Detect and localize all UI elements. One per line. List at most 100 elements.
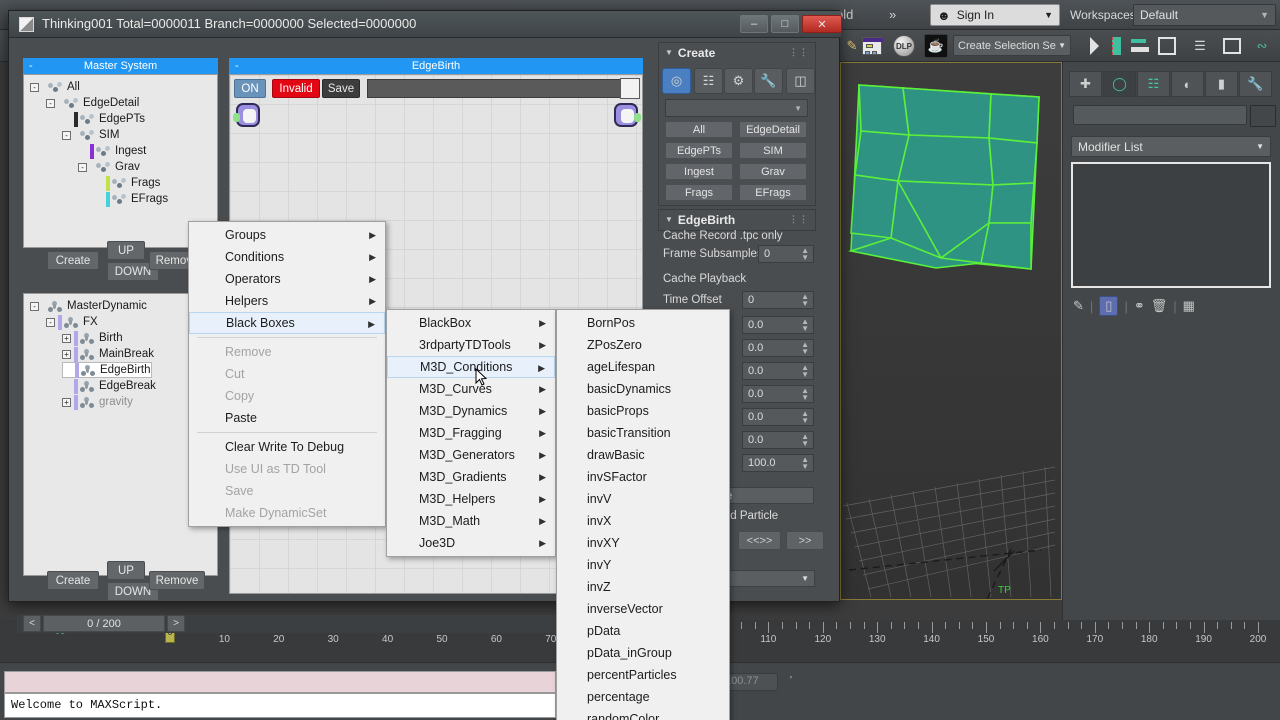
group-button-edgedetail[interactable]: EdgeDetail <box>739 121 807 138</box>
menu-item-invx[interactable]: invX <box>557 510 729 532</box>
menu-item-drawbasic[interactable]: drawBasic <box>557 444 729 466</box>
float-spinner[interactable]: 0.0 ▲ ▼ <box>742 362 814 380</box>
menu-item-bornpos[interactable]: BornPos <box>557 312 729 334</box>
frame-subsamples-spinner[interactable]: 0 ▲ ▼ <box>758 245 814 263</box>
menu-item-m3d-generators[interactable]: M3D_Generators ▶ <box>387 444 555 466</box>
node-port-icon[interactable] <box>233 113 240 122</box>
float-spinner[interactable]: 0.0 ▲ ▼ <box>742 316 814 334</box>
menu-item-pdata-ingroup[interactable]: pData_inGroup <box>557 642 729 664</box>
master-tree-node[interactable]: Frags <box>30 175 217 191</box>
node-save-button[interactable]: Save <box>322 79 360 98</box>
utilities-tab[interactable]: 🔧 <box>1239 71 1272 97</box>
expander-icon[interactable]: - <box>46 317 55 327</box>
maxscript-listener-output[interactable]: Welcome to MAXScript. <box>4 693 556 718</box>
modifier-list-dropdown[interactable]: Modifier List ▼ <box>1071 136 1271 157</box>
menu-item-paste[interactable]: Paste <box>189 407 385 429</box>
expander-icon[interactable]: - <box>46 98 55 108</box>
menu-item-helpers[interactable]: Helpers ▶ <box>189 290 385 312</box>
sign-in-button[interactable]: ☻ Sign In ▼ <box>930 4 1060 26</box>
curve-editor-icon[interactable] <box>1220 34 1244 58</box>
coffee-icon[interactable]: ☕ <box>924 34 948 58</box>
dynamic-tree-node[interactable]: EdgeBirth <box>62 362 152 378</box>
close-button[interactable]: ✕ <box>802 15 842 33</box>
toolbar-overflow-icon[interactable]: » <box>889 7 896 22</box>
menu-item-m3d-dynamics[interactable]: M3D_Dynamics ▶ <box>387 400 555 422</box>
display-tab[interactable]: ▮ <box>1205 71 1238 97</box>
spinner-arrows-icon[interactable]: ▲ ▼ <box>801 318 809 333</box>
nav-back-button[interactable]: <<>> <box>738 531 781 550</box>
nav-forward-button[interactable]: >> <box>786 531 824 550</box>
restore-button[interactable]: □ <box>771 15 799 33</box>
float-spinner[interactable]: 0.0 ▲ ▼ <box>742 385 814 403</box>
m3d-conditions-submenu[interactable]: BornPos ZPosZero ageLifespan basicDynamics b… <box>556 309 730 720</box>
menu-item-invz[interactable]: invZ <box>557 576 729 598</box>
expander-icon[interactable]: - <box>62 130 71 140</box>
dynamic-create-button[interactable]: Create <box>47 571 99 590</box>
collapse-icon[interactable]: - <box>235 58 239 74</box>
group-button-grav[interactable]: Grav <box>739 163 807 180</box>
menu-item-pdata[interactable]: pData <box>557 620 729 642</box>
group-button-sim[interactable]: SIM <box>739 142 807 159</box>
menu-item-inversevector[interactable]: inverseVector <box>557 598 729 620</box>
menu-item-randomcolor[interactable]: randomColor <box>557 708 729 720</box>
wrench-icon[interactable]: 🔧 <box>754 68 783 94</box>
master-tree-node[interactable]: - EdgeDetail <box>30 95 217 111</box>
master-system-header[interactable]: - Master System <box>23 58 218 74</box>
node-editor-header[interactable]: - EdgeBirth <box>229 58 643 74</box>
schematic-icon[interactable]: ∾ <box>1250 34 1274 58</box>
delete-modifier-icon[interactable]: 🗑 <box>1151 298 1168 314</box>
spinner-arrows-icon[interactable]: ▲ ▼ <box>801 341 809 356</box>
float-spinner[interactable]: 100.0 ▲ ▼ <box>742 454 814 472</box>
viewport-perspective[interactable]: TP <box>840 62 1062 600</box>
group-button-all[interactable]: All <box>665 121 733 138</box>
expander-icon[interactable]: - <box>30 301 39 311</box>
spinner-arrows-icon[interactable]: ▲ ▼ <box>801 387 809 402</box>
expander-icon[interactable]: - <box>78 162 87 172</box>
modifier-stack[interactable] <box>1071 162 1271 288</box>
context-menu[interactable]: Groups ▶ Conditions ▶ Operators ▶ Helpers ▶ Blac… <box>188 221 386 527</box>
layer-explorer-icon[interactable]: ☰ <box>1188 34 1212 58</box>
minimize-button[interactable]: – <box>740 15 768 33</box>
menu-item-invxy[interactable]: invXY <box>557 532 729 554</box>
hierarchy-tab[interactable]: ☷ <box>1137 71 1170 97</box>
float-spinner[interactable]: 0.0 ▲ ▼ <box>742 408 814 426</box>
node-toggle-swatch[interactable] <box>620 78 640 99</box>
particle-node-right[interactable] <box>614 103 641 127</box>
menu-item-basicdynamics[interactable]: basicDynamics <box>557 378 729 400</box>
align-icon[interactable] <box>1128 34 1152 58</box>
node-port-icon[interactable] <box>634 113 641 122</box>
menu-item-conditions[interactable]: Conditions ▶ <box>189 246 385 268</box>
dynamic-remove-button[interactable]: Remove <box>149 571 205 590</box>
timebar-next-button[interactable]: > <box>167 615 185 632</box>
menu-item-m3d-math[interactable]: M3D_Math ▶ <box>387 510 555 532</box>
menu-item-m3d-gradients[interactable]: M3D_Gradients ▶ <box>387 466 555 488</box>
menu-item-joe3d[interactable]: Joe3D ▶ <box>387 532 555 554</box>
menu-item-m3d-helpers[interactable]: M3D_Helpers ▶ <box>387 488 555 510</box>
node-invalid-button[interactable]: Invalid <box>272 79 320 98</box>
menu-item-operators[interactable]: Operators ▶ <box>189 268 385 290</box>
master-tree-node[interactable]: - SIM <box>30 127 217 143</box>
expander-icon[interactable]: - <box>30 82 39 92</box>
menu-item-basicprops[interactable]: basicProps <box>557 400 729 422</box>
menu-item-invv[interactable]: invV <box>557 488 729 510</box>
master-up-button[interactable]: UP <box>107 241 145 260</box>
configure-sets-icon[interactable]: ▦ <box>1183 298 1195 314</box>
menu-item-basictransition[interactable]: basicTransition <box>557 422 729 444</box>
spinner-arrows-icon[interactable]: ▲ ▼ <box>801 433 809 448</box>
tp-title-bar[interactable]: Thinking001 Total=0000011 Branch=0000000… <box>9 11 842 38</box>
menu-item-percentage[interactable]: percentage <box>557 686 729 708</box>
menu-item-invsfactor[interactable]: invSFactor <box>557 466 729 488</box>
layer-manager-icon[interactable] <box>1155 34 1179 58</box>
spinner-arrows-icon[interactable]: ▲ ▼ <box>801 293 809 308</box>
dlp-icon[interactable]: DLP <box>892 34 916 58</box>
maxscript-listener-pink[interactable] <box>4 671 556 693</box>
timebar-prev-button[interactable]: < <box>23 615 41 632</box>
time-offset-spinner[interactable]: 0 ▲ ▼ <box>742 291 814 309</box>
create-type-dropdown[interactable]: ▼ <box>665 99 808 117</box>
spinner-arrows-icon[interactable]: ▲ ▼ <box>801 410 809 425</box>
menu-item-blackbox[interactable]: BlackBox ▶ <box>387 312 555 334</box>
box-icon[interactable]: ◫ <box>786 68 815 94</box>
menu-item-m3d-conditions[interactable]: M3D_Conditions ▶ <box>387 356 555 378</box>
lock-selection-icon[interactable]: ' <box>790 675 792 686</box>
spinner-arrows-icon[interactable]: ▲ ▼ <box>801 364 809 379</box>
